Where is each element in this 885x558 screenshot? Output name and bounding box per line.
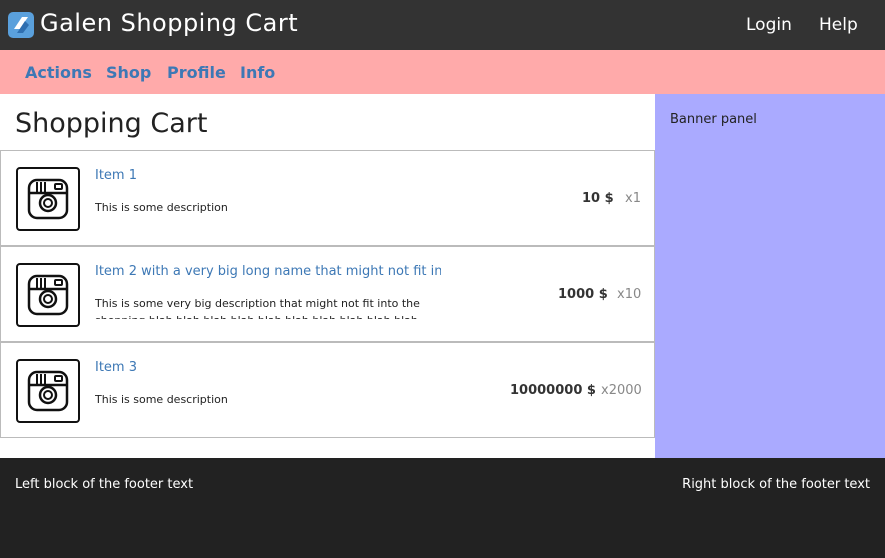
item-quantity: x10 xyxy=(617,287,642,302)
item-price: 10000000 $ xyxy=(510,383,596,398)
item-price: 1000 $ xyxy=(558,287,608,302)
banner-text: Banner panel xyxy=(670,112,757,127)
page-title: Shopping Cart xyxy=(15,108,208,139)
cart-item: Item 3 This is some description 10000000… xyxy=(0,342,655,438)
footer: Left block of the footer text Right bloc… xyxy=(0,458,885,558)
main-content: Shopping Cart Item 1 This is some descri… xyxy=(0,94,655,458)
menu-bar: Actions Shop Profile Info xyxy=(0,50,885,94)
item-name-link[interactable]: Item 2 with a very big long name that mi… xyxy=(95,264,441,279)
item-description: This is some description xyxy=(95,201,228,214)
camera-icon xyxy=(27,178,69,220)
menu-item-shop[interactable]: Shop xyxy=(106,63,151,82)
menu-item-info[interactable]: Info xyxy=(240,63,275,82)
help-link[interactable]: Help xyxy=(819,15,858,35)
footer-left-text: Left block of the footer text xyxy=(15,477,194,492)
item-description: This is some description xyxy=(95,393,228,406)
item-name-link[interactable]: Item 1 xyxy=(95,168,441,183)
item-quantity: x2000 xyxy=(601,383,642,398)
galen-logo-icon xyxy=(8,12,34,38)
item-description: This is some very big description that m… xyxy=(95,297,420,319)
menu-item-actions[interactable]: Actions xyxy=(25,63,92,82)
banner-panel: Banner panel xyxy=(655,94,885,458)
camera-icon xyxy=(27,274,69,316)
camera-icon xyxy=(27,370,69,412)
item-thumbnail xyxy=(16,167,80,231)
brand-title[interactable]: Galen Shopping Cart xyxy=(40,9,298,37)
top-navbar: Galen Shopping Cart Login Help xyxy=(0,0,885,50)
cart-item: Item 1 This is some description 10 $ x1 xyxy=(0,150,655,246)
menu-item-profile[interactable]: Profile xyxy=(167,63,226,82)
item-thumbnail xyxy=(16,359,80,423)
item-quantity: x1 xyxy=(625,191,641,206)
item-name-link[interactable]: Item 3 xyxy=(95,360,441,375)
item-price: 10 $ xyxy=(582,191,614,206)
cart-item: Item 2 with a very big long name that mi… xyxy=(0,246,655,342)
login-link[interactable]: Login xyxy=(746,15,792,35)
item-thumbnail xyxy=(16,263,80,327)
footer-right-text: Right block of the footer text xyxy=(682,477,870,492)
